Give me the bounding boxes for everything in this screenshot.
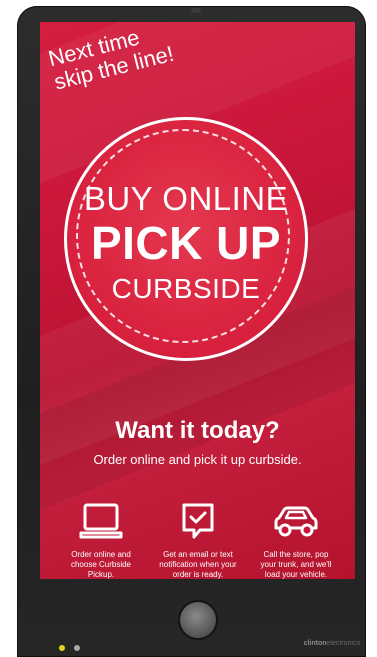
signage-screen: Next time skip the line! BUY ONLINE PICK… (40, 22, 355, 579)
step-order-online: Order online and choose Curbside Pickup. (56, 502, 146, 579)
step-text-line: Order online and (71, 550, 131, 559)
brand-logo-rest: electronics (326, 640, 360, 647)
message-check-icon (182, 503, 214, 539)
step-text-line: your trunk, and we'll (260, 560, 332, 569)
step-text-line: Get an email or text (163, 550, 233, 559)
step-text-line: Call the store, pop (263, 550, 329, 559)
brand-logo-bold: clinton (303, 640, 327, 647)
camera-sensor (191, 8, 201, 13)
step-notification: Get an email or text notification when y… (153, 502, 243, 579)
laptop-icon (79, 503, 123, 539)
step-text-line: choose Curbside (70, 560, 132, 569)
step-text-line: load your vehicle. (264, 570, 328, 579)
home-button[interactable] (178, 600, 218, 640)
step-curbside-pickup: Call the store, pop your trunk, and we'l… (251, 502, 341, 579)
step-text-line: order is ready. (172, 570, 224, 579)
step-text-line: notification when your (159, 560, 237, 569)
buy-online-text: BUY ONLINE (83, 180, 289, 217)
status-led-yellow (59, 645, 65, 651)
car-icon (274, 506, 318, 537)
brand-logo: clintonelectronics (290, 640, 360, 647)
pick-up-text: PICK UP (90, 217, 282, 269)
curbside-text: CURBSIDE (111, 273, 261, 304)
step-text-line: Pickup. (87, 570, 115, 579)
subheadline: Order online and pick it up curbside. (93, 452, 302, 467)
headline: Want it today? (115, 417, 280, 444)
status-led-gray (74, 645, 80, 651)
